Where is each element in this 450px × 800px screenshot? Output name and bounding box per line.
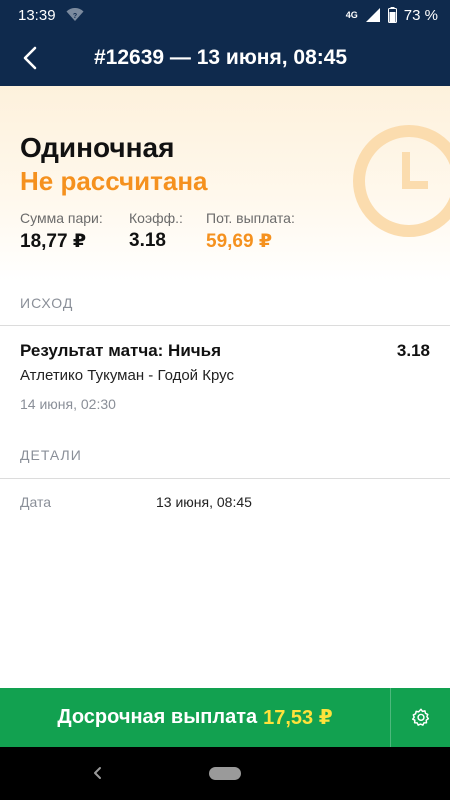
cashout-bar: Досрочная выплата 17,53 ₽ (0, 688, 450, 747)
cashout-button[interactable]: Досрочная выплата 17,53 ₽ (0, 688, 390, 747)
outcome-odds: 3.18 (396, 341, 430, 360)
status-time: 13:39 (18, 6, 56, 24)
status-left: 13:39 ? (18, 7, 84, 24)
back-arrow-icon (23, 46, 37, 70)
gear-icon (411, 708, 429, 726)
battery-icon (387, 7, 397, 23)
system-nav-bar (0, 747, 450, 800)
payout-label: Пот. выплата: (206, 210, 295, 226)
odds-value: 3.18 (129, 230, 166, 251)
bet-status: Не рассчитана (20, 166, 208, 196)
page-title: #12639 — 13 июня, 08:45 (94, 46, 348, 69)
status-bar: 13:39 ? 4G 73 % (0, 0, 450, 30)
outcome-teams: Атлетико Тукуман - Годой Крус (20, 367, 234, 384)
detail-date-value: 13 июня, 08:45 (156, 494, 252, 510)
stake-value: 18,77 ₽ (20, 231, 87, 252)
battery-percent: 73 % (403, 6, 438, 24)
outcome-section-header: ИСХОД (20, 295, 74, 311)
odds-label: Коэфф.: (129, 210, 183, 226)
back-button[interactable] (0, 30, 60, 86)
app-bar: #12639 — 13 июня, 08:45 (0, 30, 450, 86)
payout-value: 59,69 ₽ (206, 231, 273, 252)
cashout-amount: 17,53 ₽ (263, 707, 333, 729)
stake-stat: Сумма пари: 18,77 ₽ (20, 210, 103, 253)
clock-icon (353, 125, 450, 237)
cashout-label: Досрочная выплата (57, 706, 258, 728)
outcome-date: 14 июня, 02:30 (20, 396, 116, 412)
divider (0, 325, 450, 326)
status-right: 4G 73 % (346, 7, 438, 24)
outcome-title: Результат матча: Ничья (20, 341, 222, 360)
wifi-unknown-icon: ? (66, 8, 84, 21)
bet-summary: Одиночная Не рассчитана Сумма пари: 18,7… (0, 86, 450, 282)
divider (0, 478, 450, 479)
bet-type: Одиночная (20, 132, 175, 163)
network-type: 4G (345, 9, 358, 20)
nav-back-icon[interactable] (88, 763, 108, 783)
cashout-settings-button[interactable] (390, 688, 450, 747)
nav-home-button[interactable] (209, 767, 241, 780)
payout-stat: Пот. выплата: 59,69 ₽ (206, 210, 295, 253)
stake-label: Сумма пари: (20, 210, 103, 226)
detail-date-label: Дата (20, 494, 52, 510)
signal-icon (365, 8, 380, 22)
details-section-header: ДЕТАЛИ (20, 447, 82, 463)
odds-stat: Коэфф.: 3.18 (129, 210, 183, 252)
svg-text:?: ? (72, 13, 76, 20)
